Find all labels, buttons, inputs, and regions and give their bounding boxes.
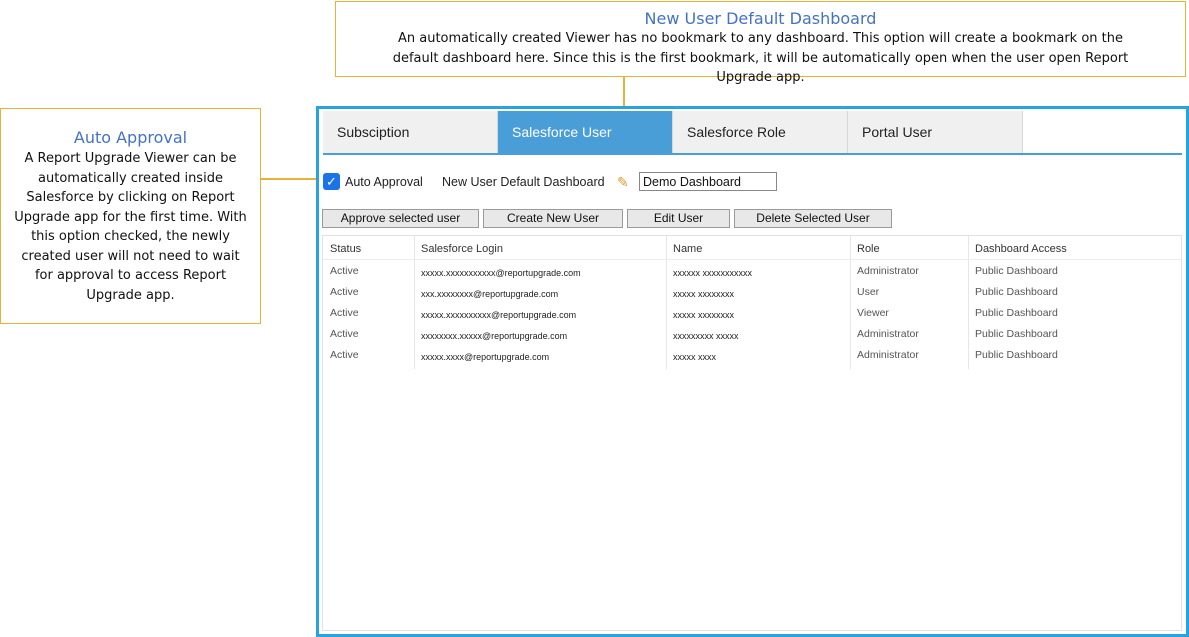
cell-login: xxxxxxxx.xxxxx@reportupgrade.com (421, 331, 568, 341)
cell-login: xxxxx.xxxxxxxxxxx@reportupgrade.com (421, 268, 581, 278)
column-header-name[interactable]: Name (673, 243, 702, 255)
default-dashboard-field[interactable] (639, 172, 777, 191)
callout-default-dashboard: New User Default Dashboard An automatica… (335, 1, 1186, 85)
tab-salesforce-user[interactable]: Salesforce User (498, 111, 673, 153)
table-row[interactable]: Active xxxxxxxx.xxxxx@reportupgrade.com xx… (323, 328, 1181, 349)
cell-name: xxxxx xxxxxxxx (673, 310, 735, 320)
table-row[interactable]: Active xxxxx.xxxxxxxxxxx@reportupgrade.co… (323, 265, 1181, 286)
cell-role: Administrator (857, 349, 919, 361)
tab-salesforce-role[interactable]: Salesforce Role (673, 111, 848, 153)
column-header-login[interactable]: Salesforce Login (421, 243, 503, 255)
table-row[interactable]: Active xxx.xxxxxxxx@reportupgrade.com xxxx… (323, 286, 1181, 307)
tab-portal-user[interactable]: Portal User (848, 111, 1023, 153)
callout-body: An automatically created Viewer has no b… (392, 31, 1129, 85)
cell-dashboard-access: Public Dashboard (975, 328, 1058, 340)
cell-status: Active (330, 328, 359, 340)
cell-name: xxxxx xxxxxxxx (673, 289, 735, 299)
cell-dashboard-access: Public Dashboard (975, 349, 1058, 361)
user-table: Status Salesforce Login Name Role Dashbo… (322, 235, 1182, 631)
options-row: ✓ Auto Approval New User Default Dashboa… (323, 172, 1183, 192)
create-new-user-button[interactable]: Create New User (483, 209, 623, 228)
cell-status: Active (330, 265, 359, 277)
cell-name: xxxxxx xxxxxxxxxxx (673, 268, 753, 278)
cell-role: User (857, 286, 880, 298)
cell-login: xxxxx.xxxx@reportupgrade.com (421, 352, 550, 362)
cell-name: xxxxxxxxx xxxxx (673, 331, 739, 341)
cell-dashboard-access: Public Dashboard (975, 286, 1058, 298)
cell-login: xxx.xxxxxxxx@reportupgrade.com (421, 289, 559, 299)
edit-user-button[interactable]: Edit User (627, 209, 730, 228)
delete-selected-user-button[interactable]: Delete Selected User (734, 209, 892, 228)
auto-approval-checkbox[interactable]: ✓ (323, 173, 340, 190)
approve-selected-user-button[interactable]: Approve selected user (322, 209, 479, 228)
user-management-panel: Subsciption Salesforce User Salesforce R… (316, 106, 1189, 637)
cell-name: xxxxx xxxx (673, 352, 717, 362)
tab-bar: Subsciption Salesforce User Salesforce R… (323, 111, 1023, 153)
header-divider (323, 259, 1181, 260)
cell-status: Active (330, 349, 359, 361)
tab-underline (323, 153, 1182, 155)
auto-approval-label: Auto Approval (345, 175, 423, 189)
cell-dashboard-access: Public Dashboard (975, 307, 1058, 319)
callout-title: New User Default Dashboard (644, 9, 877, 28)
cell-role: Administrator (857, 328, 919, 340)
cell-dashboard-access: Public Dashboard (975, 265, 1058, 277)
callout-connector (261, 178, 323, 180)
cell-role: Viewer (857, 307, 889, 319)
cell-role: Administrator (857, 265, 919, 277)
cell-login: xxxxx.xxxxxxxxxx@reportupgrade.com (421, 310, 577, 320)
callout-auto-approval: Auto Approval A Report Upgrade Viewer ca… (0, 108, 261, 324)
pencil-icon[interactable]: ✎ (617, 174, 629, 191)
callout-body: A Report Upgrade Viewer can be automatic… (14, 151, 247, 303)
default-dashboard-label: New User Default Dashboard (442, 175, 605, 189)
column-header-dashboard-access[interactable]: Dashboard Access (975, 243, 1067, 255)
tab-subscription[interactable]: Subsciption (323, 111, 498, 153)
callout-title: Auto Approval (73, 128, 188, 147)
column-header-role[interactable]: Role (857, 243, 880, 255)
column-header-status[interactable]: Status (330, 243, 361, 255)
cell-status: Active (330, 307, 359, 319)
cell-status: Active (330, 286, 359, 298)
table-row[interactable]: Active xxxxx.xxxxxxxxxx@reportupgrade.com… (323, 307, 1181, 328)
table-row[interactable]: Active xxxxx.xxxx@reportupgrade.com xxxxx … (323, 349, 1181, 370)
